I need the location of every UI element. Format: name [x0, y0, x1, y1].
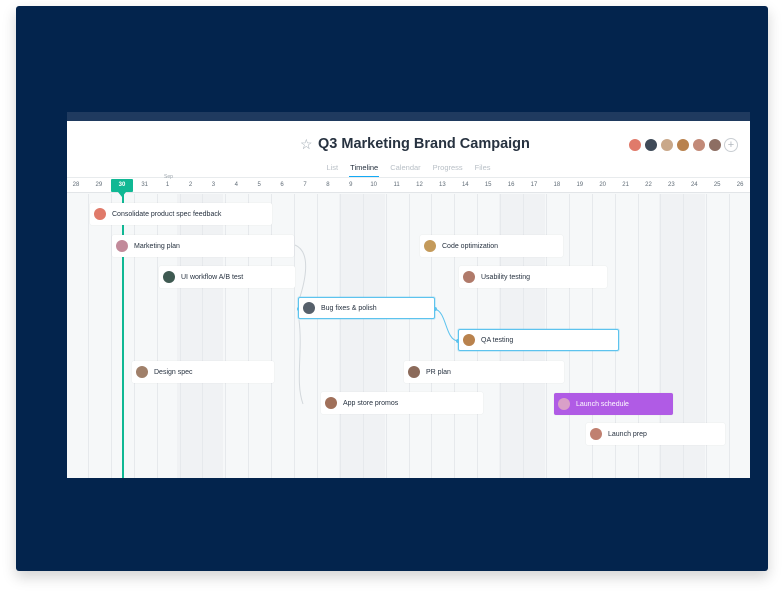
day-label: 14 — [461, 182, 469, 188]
tab-calendar[interactable]: Calendar — [389, 163, 421, 177]
task-label: Launch schedule — [576, 400, 629, 408]
task-app-store-promos[interactable]: App store promos — [321, 392, 483, 414]
day-label: 9 — [349, 182, 353, 188]
assignee-avatar — [163, 271, 175, 283]
day-label: 23 — [668, 182, 675, 188]
task-launch-prep[interactable]: Launch prep — [586, 423, 725, 445]
day-label: 20 — [599, 182, 607, 188]
day-label: 7 — [303, 182, 307, 188]
member-avatars: + — [628, 138, 738, 154]
member-avatar[interactable] — [660, 138, 674, 152]
assignee-avatar — [558, 398, 570, 410]
task-qa-testing[interactable]: QA testing — [458, 329, 619, 351]
task-label: App store promos — [343, 399, 399, 407]
day-label: 2 — [188, 182, 193, 188]
add-member-icon[interactable]: + — [724, 138, 738, 152]
month-label: Sep — [164, 174, 173, 180]
task-consolidate-product-spec-feedback[interactable]: Consolidate product spec feedback — [90, 203, 272, 225]
grid-line — [87, 194, 89, 478]
day-label: 12 — [416, 182, 423, 188]
member-avatar[interactable] — [644, 138, 658, 152]
task-label: PR plan — [426, 368, 451, 376]
day-label: 8 — [326, 182, 330, 188]
task-code-optimization[interactable]: Code optimization — [420, 235, 563, 257]
task-label: Design spec — [154, 368, 193, 376]
day-label: 1 — [165, 182, 170, 188]
assignee-avatar — [303, 302, 315, 314]
task-label: Usability testing — [481, 273, 531, 281]
task-marketing-plan[interactable]: Marketing plan — [112, 235, 294, 257]
task-design-spec[interactable]: Design spec — [132, 361, 274, 383]
task-label: Launch prep — [608, 430, 647, 438]
assignee-avatar — [424, 240, 436, 252]
task-label: QA testing — [481, 336, 514, 344]
task-label: Consolidate product spec feedback — [112, 210, 222, 218]
day-label: 31 — [141, 182, 149, 188]
day-label: 21 — [622, 182, 629, 188]
day-label: 16 — [507, 182, 515, 188]
task-label: Bug fixes & polish — [321, 304, 377, 312]
assignee-avatar — [94, 208, 106, 220]
assignee-avatar — [463, 271, 475, 283]
grid-line — [362, 194, 364, 478]
member-avatar[interactable] — [692, 138, 706, 152]
day-label: 26 — [736, 182, 744, 188]
task-label: Marketing plan — [134, 242, 180, 250]
grid-line — [316, 194, 318, 478]
assignee-avatar — [325, 397, 337, 409]
assignee-avatar — [463, 334, 475, 346]
grid-line — [408, 194, 410, 478]
tab-progress[interactable]: Progress — [432, 163, 464, 177]
day-label: 15 — [484, 182, 492, 188]
project-title: Q3 Marketing Brand Campaign — [318, 136, 530, 152]
task-label: UI workflow A/B test — [181, 273, 244, 281]
member-avatar[interactable] — [676, 138, 690, 152]
day-label: 25 — [713, 182, 721, 188]
project-header: ☆ Q3 Marketing Brand Campaign + List Time… — [67, 121, 750, 177]
assignee-avatar — [408, 366, 420, 378]
day-label: 17 — [530, 182, 538, 188]
day-label: 19 — [576, 182, 584, 188]
grid-line — [339, 194, 341, 478]
app-top-bar — [67, 112, 750, 121]
task-usability-testing[interactable]: Usability testing — [459, 266, 607, 288]
day-label: 28 — [72, 182, 80, 188]
tab-files[interactable]: Files — [474, 163, 492, 177]
assignee-avatar — [590, 428, 602, 440]
task-label: Code optimization — [442, 242, 499, 250]
task-ui-workflow-ab-test[interactable]: UI workflow A/B test — [159, 266, 295, 288]
grid-line — [385, 194, 387, 478]
day-label: 24 — [690, 182, 698, 188]
task-bug-fixes-polish[interactable]: Bug fixes & polish — [298, 297, 435, 319]
app-window: ☆ Q3 Marketing Brand Campaign + List Time… — [67, 112, 750, 478]
background-frame: ☆ Q3 Marketing Brand Campaign + List Time… — [16, 6, 768, 571]
task-launch-schedule[interactable]: Launch schedule — [554, 393, 673, 415]
grid-line — [729, 194, 731, 478]
day-label: 18 — [553, 182, 561, 188]
tab-list[interactable]: List — [325, 163, 339, 177]
task-pr-plan[interactable]: PR plan — [404, 361, 564, 383]
day-label: 10 — [370, 182, 378, 188]
day-label: 3 — [211, 182, 216, 188]
star-icon[interactable]: ☆ — [300, 137, 313, 151]
day-label: 11 — [393, 182, 400, 188]
assignee-avatar — [116, 240, 128, 252]
day-label: 22 — [645, 182, 652, 188]
day-label: 5 — [257, 182, 261, 188]
day-label: 13 — [439, 182, 446, 188]
grid-line — [294, 194, 295, 478]
member-avatar[interactable] — [628, 138, 642, 152]
day-label: 29 — [95, 182, 103, 188]
member-avatar[interactable] — [708, 138, 722, 152]
day-label: 6 — [280, 182, 284, 188]
tab-timeline[interactable]: Timeline — [349, 163, 380, 177]
today-marker[interactable]: 30 — [111, 179, 133, 192]
day-label: 4 — [234, 182, 238, 188]
assignee-avatar — [136, 366, 148, 378]
